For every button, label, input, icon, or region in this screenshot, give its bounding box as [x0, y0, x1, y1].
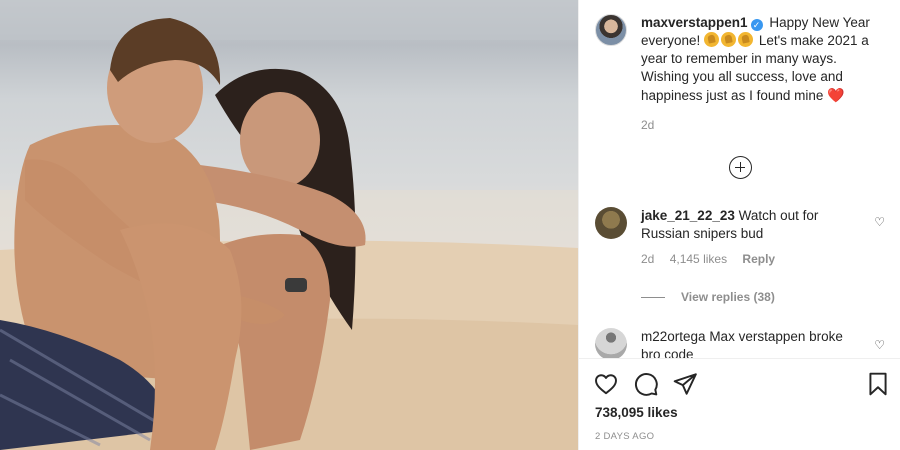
comment-like-heart-icon[interactable]: ♡ [874, 215, 885, 229]
caption-text: maxverstappen1 ✓ Happy New Year everyone!… [641, 14, 887, 105]
post-timestamp[interactable]: 2 DAYS AGO [595, 431, 654, 442]
clapping-hands-icon [721, 32, 737, 47]
view-replies-label: View replies (38) [681, 290, 775, 304]
comment-time: 2d [641, 252, 655, 266]
author-username[interactable]: maxverstappen1 [641, 15, 748, 30]
comment-likes[interactable]: 4,145 likes [670, 252, 727, 266]
commenter-avatar[interactable] [595, 328, 627, 358]
paper-plane-icon[interactable] [672, 371, 700, 399]
commenter-avatar[interactable] [595, 207, 627, 239]
plus-circle-icon[interactable] [729, 156, 752, 179]
author-avatar[interactable] [595, 14, 627, 46]
comment-username[interactable]: jake_21_22_23 [641, 208, 735, 223]
clapping-hands-icon [704, 32, 720, 47]
post-caption: maxverstappen1 ✓ Happy New Year everyone!… [595, 14, 887, 105]
reply-button[interactable]: Reply [742, 252, 775, 266]
caption-time: 2d [641, 118, 655, 132]
comment-meta: 2d 4,145 likes Reply [641, 252, 787, 266]
bookmark-icon[interactable] [865, 371, 893, 399]
heart-outline-icon[interactable] [593, 371, 621, 399]
like-count[interactable]: 738,095 likes [595, 405, 678, 420]
clapping-hands-icon [738, 32, 754, 47]
comment-username[interactable]: m22ortega [641, 329, 706, 344]
speech-bubble-icon[interactable] [633, 371, 661, 399]
comment-like-heart-icon[interactable]: ♡ [874, 338, 885, 352]
divider-line [641, 296, 665, 298]
view-replies-button[interactable]: View replies (38) [641, 290, 775, 304]
verified-badge-icon: ✓ [750, 19, 763, 31]
comment-clip-region: m22ortega Max verstappen broke bro code … [579, 324, 900, 358]
red-heart-icon: ❤️ [827, 87, 845, 103]
comment-text: m22ortega Max verstappen broke bro code [641, 328, 859, 358]
post-details-panel: maxverstappen1 ✓ Happy New Year everyone!… [578, 0, 900, 450]
photo-illustration [0, 0, 578, 450]
post-photo[interactable] [0, 0, 578, 450]
comment-text: jake_21_22_23 Watch out for Russian snip… [641, 207, 859, 243]
action-bar: 738,095 likes 2 DAYS AGO [579, 358, 900, 450]
